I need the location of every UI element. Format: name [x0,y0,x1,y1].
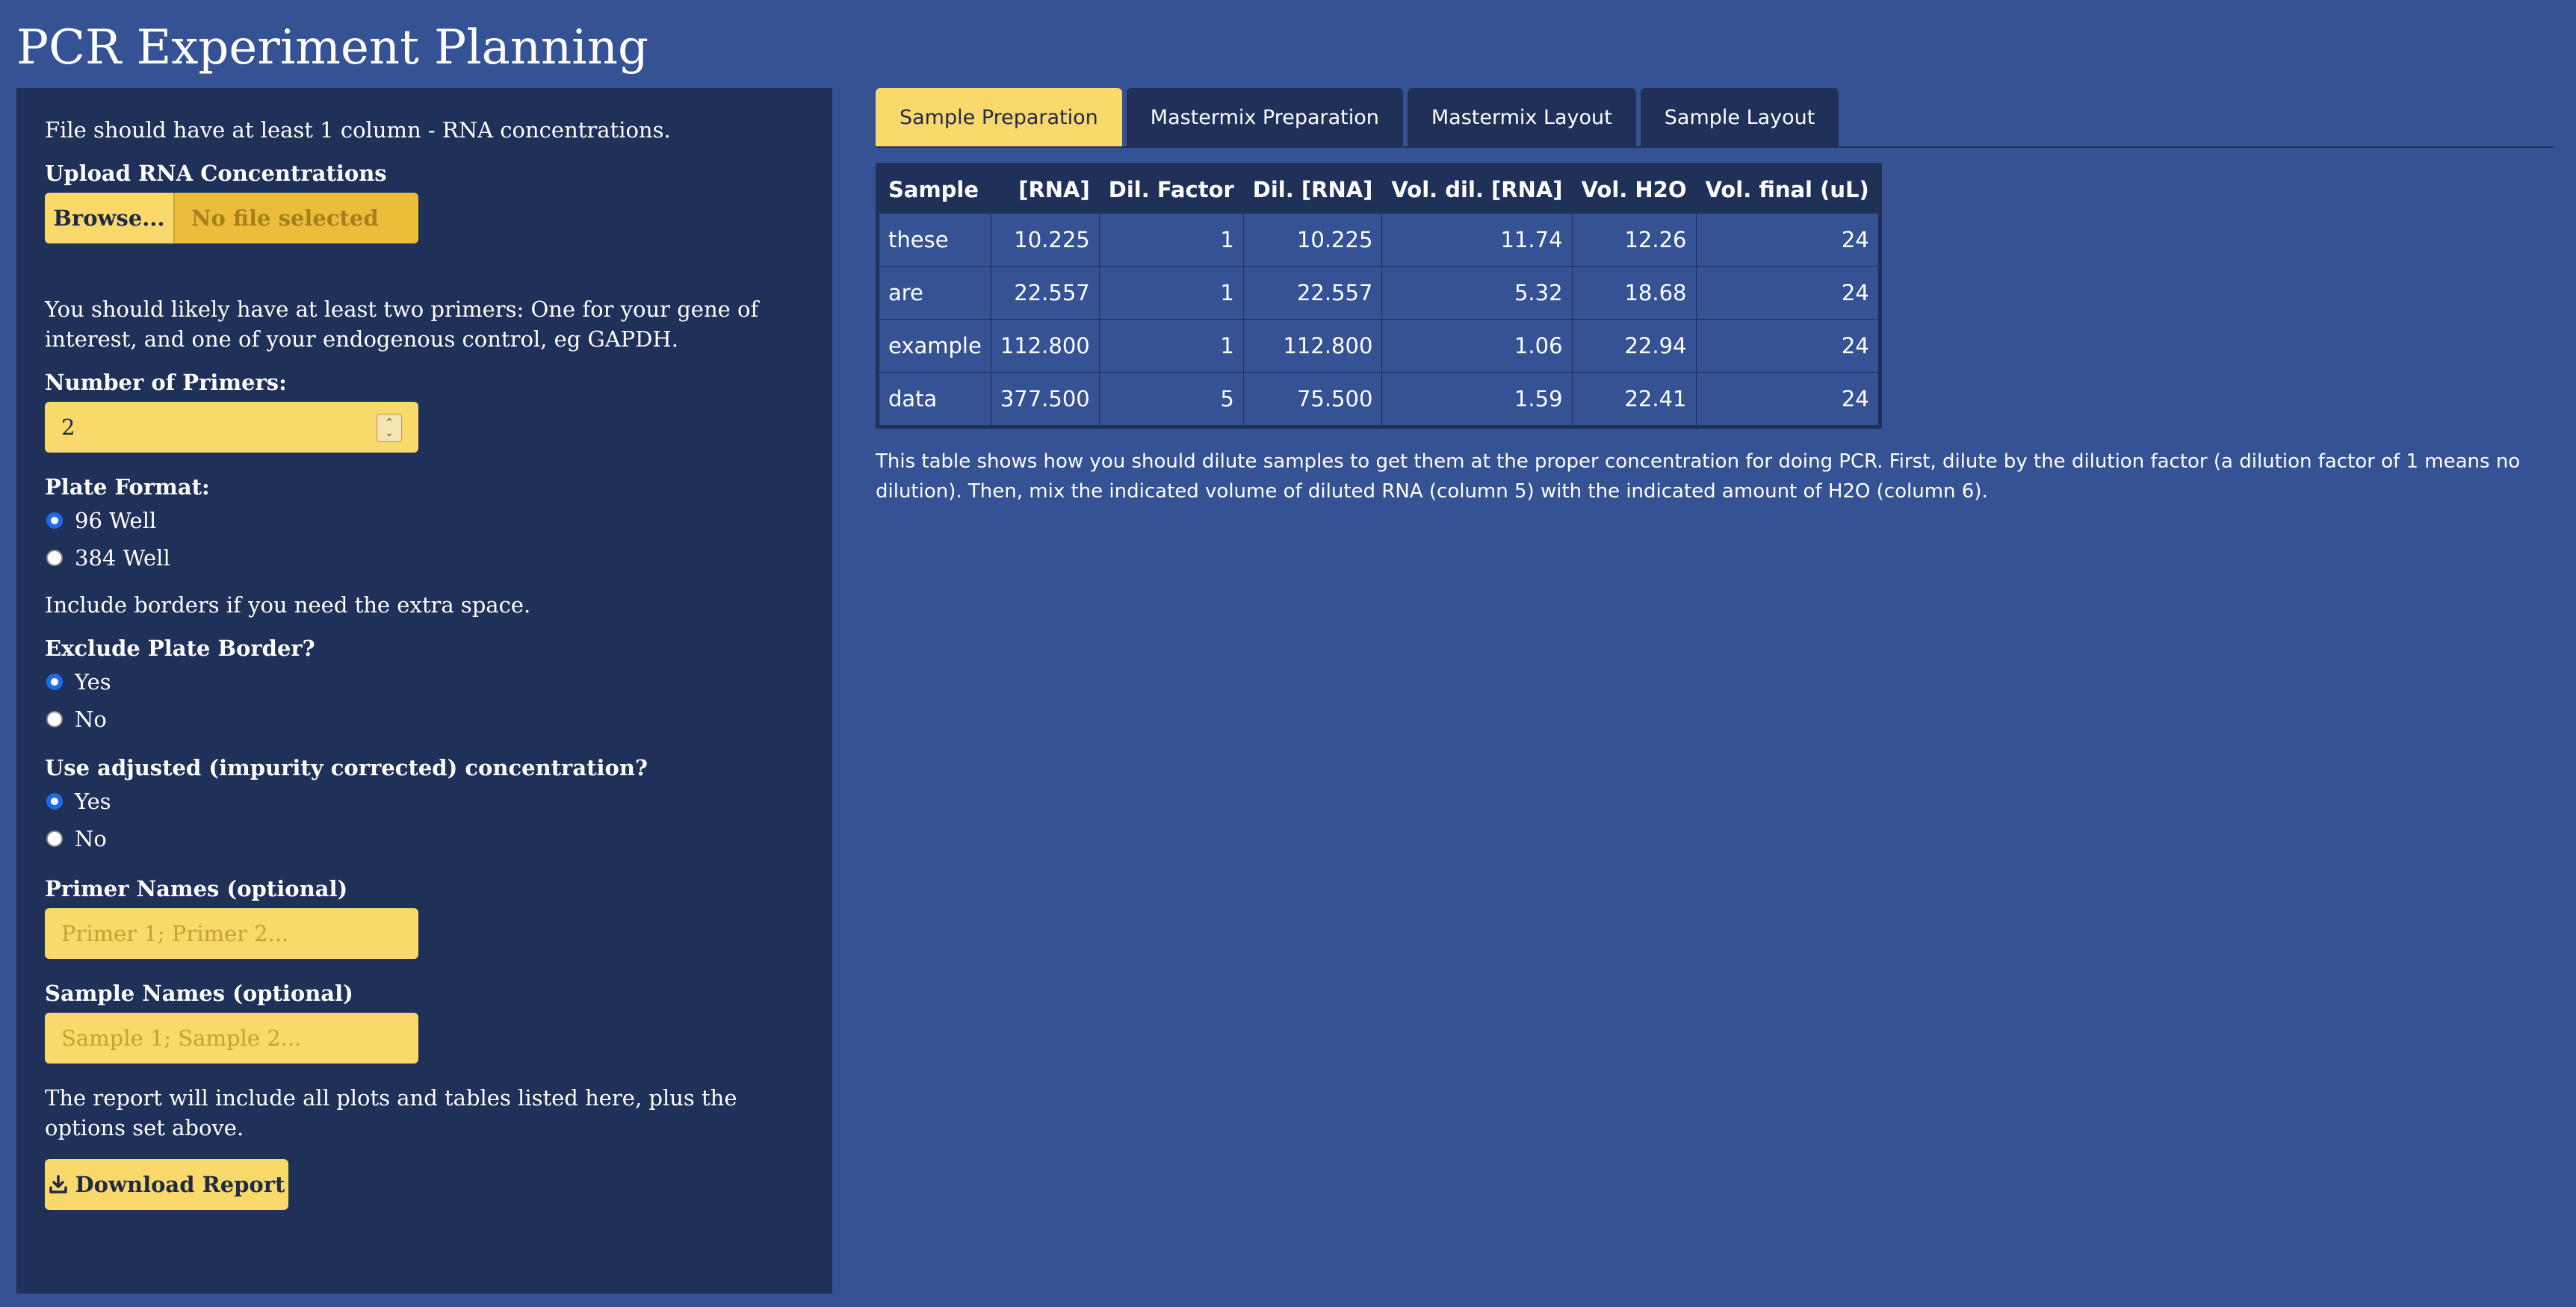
radio-label: Yes [75,789,111,814]
table-row: example 112.800 1 112.800 1.06 22.94 24 [877,319,1880,373]
radio-unchecked-icon[interactable] [46,550,63,566]
column-header: [RNA] [990,164,1100,214]
column-header: Dil. [RNA] [1242,164,1382,214]
radio-exclude-border-yes[interactable]: Yes [45,663,804,701]
page-title: PCR Experiment Planning [16,20,648,75]
table-cell: 10.225 [990,213,1100,267]
radio-checked-icon[interactable] [46,512,63,529]
table-cell: 22.94 [1571,319,1697,373]
radio-checked-icon[interactable] [46,793,63,810]
upload-label: Upload RNA Concentrations [45,161,387,186]
table-cell: 12.26 [1571,213,1697,267]
download-icon [49,1175,67,1193]
table-row: data 377.500 5 75.500 1.59 22.41 24 [877,372,1880,427]
radio-384-well[interactable]: 384 Well [45,539,804,577]
report-help-text: The report will include all plots and ta… [45,1085,737,1140]
table-cell: 24 [1695,213,1880,267]
tab-sample-preparation[interactable]: Sample Preparation [876,88,1122,146]
table-cell: are [877,266,991,320]
table-cell: 22.557 [1242,266,1383,320]
radio-unchecked-icon[interactable] [46,831,63,847]
primer-help-text: You should likely have at least two prim… [45,297,759,352]
file-name-field[interactable]: No file selected [175,193,418,243]
tab-bar: Sample Preparation Mastermix Preparation… [876,88,2554,148]
table-cell: 112.800 [1242,319,1383,373]
table-cell: 18.68 [1571,266,1697,320]
table-row: these 10.225 1 10.225 11.74 12.26 24 [877,213,1880,267]
border-help-text: Include borders if you need the extra sp… [45,592,531,618]
column-header: Sample [877,164,991,214]
radio-label: 96 Well [75,508,157,533]
plate-format-label: Plate Format: [45,474,210,500]
table-caption: This table shows how you should dilute s… [876,450,2521,503]
table-cell: 5 [1098,372,1244,427]
upload-help-text: File should have at least 1 column - RNA… [45,117,671,143]
table-cell: 1.06 [1381,319,1573,373]
num-primers-label: Number of Primers: [45,370,287,395]
table-cell: 24 [1695,319,1880,373]
radio-label: 384 Well [75,545,170,571]
table-cell: 1 [1098,213,1244,267]
tab-sample-layout[interactable]: Sample Layout [1640,88,1839,146]
table-cell: 1 [1098,266,1244,320]
table-cell: 5.32 [1381,266,1573,320]
tab-mastermix-layout[interactable]: Mastermix Layout [1407,88,1636,146]
table-cell: these [877,213,991,267]
radio-checked-icon[interactable] [46,674,63,690]
sidebar-panel: File should have at least 1 column - RNA… [16,88,832,1294]
table-cell: example [877,319,991,373]
num-primers-value: 2 [61,415,75,440]
sample-prep-table: Sample [RNA] Dil. Factor Dil. [RNA] Vol.… [876,163,1882,429]
table-cell: 22.41 [1571,372,1697,427]
exclude-border-label: Exclude Plate Border? [45,636,315,661]
radio-label: No [75,826,107,851]
radio-label: No [75,707,107,732]
download-label: Download Report [75,1172,285,1197]
table-cell: 11.74 [1381,213,1573,267]
stepper-arrows-icon[interactable]: ⌃ ⌄ [377,414,402,442]
download-report-button[interactable]: Download Report [45,1159,288,1210]
table-header-row: Sample [RNA] Dil. Factor Dil. [RNA] Vol.… [877,164,1880,214]
radio-adjusted-yes[interactable]: Yes [45,783,804,820]
radio-adjusted-no[interactable]: No [45,820,804,857]
primer-names-input[interactable]: Primer 1; Primer 2... [45,908,418,959]
table-cell: 24 [1695,266,1880,320]
sample-names-label: Sample Names (optional) [45,981,353,1006]
tab-mastermix-preparation[interactable]: Mastermix Preparation [1126,88,1403,146]
column-header: Dil. Factor [1098,164,1244,214]
column-header: Vol. final (uL) [1695,164,1880,214]
table-cell: 1 [1098,319,1244,373]
table-cell: 24 [1695,372,1880,427]
table-cell: 377.500 [990,372,1100,427]
adjusted-conc-label: Use adjusted (impurity corrected) concen… [45,755,648,780]
main-panel: Sample Preparation Mastermix Preparation… [876,88,2554,506]
radio-unchecked-icon[interactable] [46,711,63,727]
primer-names-label: Primer Names (optional) [45,876,348,901]
table-cell: 75.500 [1242,372,1383,427]
table-cell: data [877,372,991,427]
table-cell: 10.225 [1242,213,1383,267]
num-primers-input[interactable]: 2 ⌃ ⌄ [45,402,418,453]
browse-button[interactable]: Browse... [45,193,175,243]
table-row: are 22.557 1 22.557 5.32 18.68 24 [877,266,1880,320]
radio-96-well[interactable]: 96 Well [45,502,804,539]
radio-exclude-border-no[interactable]: No [45,701,804,738]
column-header: Vol. dil. [RNA] [1381,164,1573,214]
table-cell: 22.557 [990,266,1100,320]
sample-names-input[interactable]: Sample 1; Sample 2... [45,1013,418,1064]
table-cell: 112.800 [990,319,1100,373]
table-cell: 1.59 [1381,372,1573,427]
radio-label: Yes [75,669,111,695]
file-upload[interactable]: Browse... No file selected [45,193,418,243]
column-header: Vol. H2O [1571,164,1696,214]
